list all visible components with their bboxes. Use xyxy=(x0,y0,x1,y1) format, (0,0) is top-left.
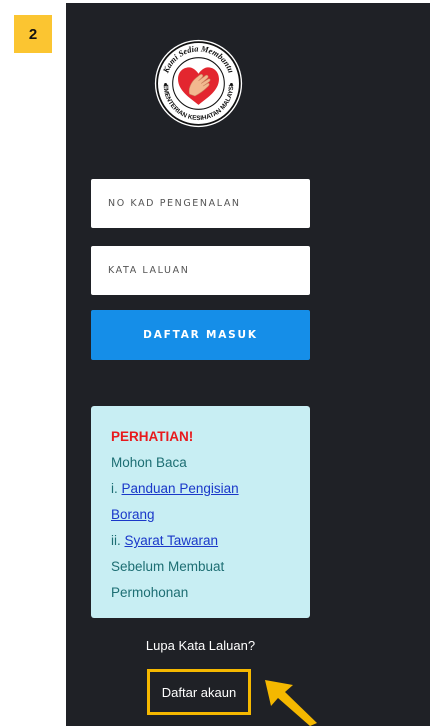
register-account-link[interactable]: Daftar akaun xyxy=(147,669,251,715)
notice-line-read: Mohon Baca xyxy=(111,455,187,470)
notice-item-guide: i. Panduan Pengisian xyxy=(111,476,292,502)
terms-link[interactable]: Syarat Tawaran xyxy=(125,533,219,548)
notice-line-application: Permohonan xyxy=(111,585,189,600)
notice-title: PERHATIAN! xyxy=(111,429,194,444)
step-number-badge: 2 xyxy=(14,15,52,53)
password-input[interactable] xyxy=(91,246,310,295)
guide-link[interactable]: Panduan Pengisian xyxy=(122,481,239,496)
forgot-password-link[interactable]: Lupa Kata Laluan? xyxy=(91,638,310,653)
ministry-logo: Kami Sedia Membantu KEMENTERIAN KESIHATA… xyxy=(154,39,243,128)
notice-item-terms-prefix: ii. xyxy=(111,533,125,548)
notice-box: PERHATIAN! Mohon Baca i. Panduan Pengisi… xyxy=(91,406,310,618)
notice-item-guide-cont: Borang xyxy=(111,502,292,528)
ic-number-input[interactable] xyxy=(91,179,310,228)
notice-line-before: Sebelum Membuat xyxy=(111,559,225,574)
notice-item-guide-prefix: i. xyxy=(111,481,122,496)
screenshot-stage: 2 Kami Sedia Membantu KEMENTERIAN KESIHA… xyxy=(0,0,441,726)
guide-link-continued[interactable]: Borang xyxy=(111,507,155,522)
notice-item-terms: ii. Syarat Tawaran xyxy=(111,528,292,554)
pointer-arrow-icon xyxy=(265,680,317,726)
login-button[interactable]: DAFTAR MASUK xyxy=(91,310,310,360)
